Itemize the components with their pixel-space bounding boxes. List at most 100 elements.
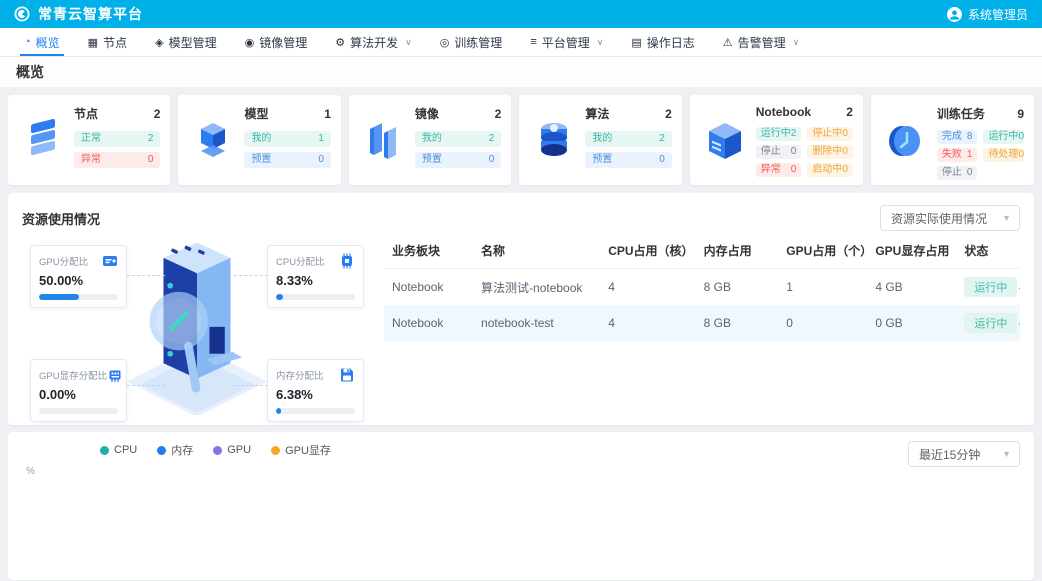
- table-cell: 4 GB: [867, 269, 956, 306]
- platform-logo-icon: [14, 6, 30, 22]
- algorithm-dev-icon: ⚙: [335, 36, 345, 49]
- nav-item-image-management[interactable]: ◉ 镜像管理: [231, 28, 322, 56]
- nav-item-label: 镜像管理: [259, 34, 307, 51]
- stat-card-total: 1: [324, 107, 331, 121]
- time-range-dropdown[interactable]: 最近15分钟 ▼: [908, 441, 1020, 467]
- badge-label: 我的: [592, 133, 612, 145]
- gpu-mem-chip-icon: [107, 367, 123, 383]
- platform-management-icon: ≡: [530, 36, 536, 48]
- stat-cards-row: 节点2正常2异常0模型1我的1预置0镜像2我的2预置0算法2我的2预置0Note…: [0, 88, 1042, 185]
- table-row[interactable]: Notebook算法测试-notebook48 GB14 GB运行中: [384, 269, 1020, 306]
- badge-label: 异常: [761, 164, 781, 176]
- notebook-3d-icon: [698, 105, 752, 177]
- badge-value: 0: [1018, 131, 1024, 143]
- nav-item-algorithm-dev[interactable]: ⚙算法开发∨: [321, 28, 425, 56]
- overview-icon: ◔: [24, 36, 31, 48]
- table-column-header: GPU占用（个）: [778, 233, 867, 269]
- page-title: 概览: [16, 62, 44, 82]
- stat-card-title: 镜像: [415, 105, 439, 122]
- stat-card-模型[interactable]: 模型 1 我的1预置0: [178, 95, 340, 185]
- status-badge: 运行中2: [756, 127, 802, 141]
- table-column-header: 状态: [956, 233, 1020, 269]
- nav-item-platform-management[interactable]: ≡平台管理∨: [516, 28, 617, 56]
- table-cell: 算法测试-notebook: [473, 269, 600, 306]
- resource-diagram: GPU分配比50.00%CPU分配比8.33%GPU显存分配比0.00%内存分配…: [22, 233, 374, 415]
- image-management-icon: ◉: [245, 36, 255, 49]
- main-nav: ◔概览▦节点◈模型管理◉镜像管理⚙算法开发∨◎训练管理≡平台管理∨▤操作日志⚠告…: [0, 28, 1042, 57]
- legend-item-内存[interactable]: 内存: [157, 442, 193, 458]
- stat-card-镜像[interactable]: 镜像2我的2预置0: [349, 95, 511, 185]
- stat-card-训练任务[interactable]: 训练任务9完成8失败1停止0运行中0待处理0: [871, 95, 1034, 185]
- stat-card-notebook[interactable]: Notebook2运行中2停止0异常0停止中0删除中0启动中0: [690, 95, 863, 185]
- badge-value: 0: [1018, 149, 1024, 161]
- gauge-label: 内存分配比: [276, 368, 324, 382]
- operation-log-icon: ▤: [631, 36, 641, 49]
- table-row[interactable]: Notebooknotebook-test48 GB00 GB运行中: [384, 305, 1020, 341]
- stat-card-total: 9: [1017, 107, 1024, 121]
- status-badge: 正常2: [74, 131, 160, 147]
- nav-item-nodes[interactable]: ▦节点: [74, 28, 141, 56]
- y-axis-unit-label: %: [26, 466, 1020, 477]
- gauge-gpu-card: GPU分配比50.00%: [30, 245, 127, 308]
- status-badge: 运行中: [964, 313, 1017, 333]
- stat-card-节点[interactable]: 节点2正常2异常0: [8, 95, 170, 185]
- legend-item-gpu显存[interactable]: GPU显存: [271, 442, 331, 458]
- badge-label: 停止: [942, 167, 962, 179]
- legend-label: GPU显存: [285, 442, 331, 458]
- server-illustration: [122, 233, 272, 415]
- table-column-header: 名称: [473, 233, 600, 269]
- stat-card-title: Notebook: [756, 105, 811, 119]
- gauge-label: GPU显存分配比: [39, 368, 107, 382]
- legend-item-gpu[interactable]: GPU: [213, 442, 251, 458]
- badge-label: 我的: [422, 133, 442, 145]
- badge-label: 运行中: [988, 131, 1018, 143]
- stat-card-算法[interactable]: 算法2我的2预置0: [519, 95, 681, 185]
- badge-value: 0: [489, 154, 495, 166]
- nav-item-operation-log[interactable]: ▤操作日志: [617, 28, 708, 56]
- badge-column: 停止中0删除中0启动中0: [807, 123, 853, 177]
- gauge-value: 50.00%: [39, 273, 118, 288]
- table-column-header: GPU显存占用: [867, 233, 956, 269]
- legend-label: 内存: [171, 442, 193, 458]
- badge-column: 我的2预置0: [415, 126, 501, 168]
- badge-label: 预置: [422, 154, 442, 166]
- resource-usage-section: 资源使用情况 资源实际使用情况 ▼: [8, 193, 1034, 425]
- badge-label: 停止中: [812, 128, 842, 140]
- chevron-down-icon: ▼: [1002, 449, 1011, 459]
- status-badge: 运行中: [964, 277, 1017, 297]
- status-badge: 待处理0: [983, 148, 1024, 162]
- resource-usage-dropdown[interactable]: 资源实际使用情况 ▼: [880, 205, 1020, 231]
- progress-bar: [276, 294, 355, 300]
- gauge-value: 6.38%: [276, 387, 355, 402]
- app-title: 常青云智算平台: [38, 4, 143, 24]
- nav-item-model-management[interactable]: ◈模型管理: [141, 28, 230, 56]
- user-avatar-icon: [947, 7, 962, 22]
- badge-column: 我的1预置0: [244, 126, 330, 168]
- table-cell: notebook-test: [473, 305, 600, 341]
- badge-label: 停止: [761, 146, 781, 158]
- stat-card-total: 2: [495, 107, 502, 121]
- nav-item-label: 算法开发: [350, 34, 398, 51]
- table-cell: 1: [778, 269, 867, 306]
- badge-label: 删除中: [812, 146, 842, 158]
- gauge-value: 0.00%: [39, 387, 118, 402]
- resource-usage-dropdown-value: 资源实际使用情况: [891, 210, 987, 227]
- nav-item-label: 告警管理: [738, 34, 786, 51]
- nav-item-overview[interactable]: ◔概览: [10, 28, 74, 56]
- time-range-dropdown-value: 最近15分钟: [919, 446, 980, 463]
- badge-label: 我的: [251, 133, 271, 145]
- legend-item-cpu[interactable]: CPU: [100, 442, 137, 458]
- nav-item-alarm-management[interactable]: ⚠告警管理∨: [709, 28, 813, 56]
- gauge-gpu-mem-chip: GPU显存分配比 0.00%: [30, 359, 127, 422]
- progress-bar: [39, 294, 118, 300]
- training-management-icon: ◎: [440, 36, 450, 49]
- stat-card-title: 训练任务: [937, 105, 985, 122]
- badge-value: 0: [967, 167, 973, 179]
- images-3d-icon: [357, 105, 411, 177]
- stat-card-title: 模型: [244, 105, 268, 122]
- nav-item-training-management[interactable]: ◎训练管理: [426, 28, 517, 56]
- gpu-card-icon: [102, 253, 118, 269]
- user-menu[interactable]: 系统管理员: [947, 6, 1028, 23]
- badge-value: 0: [659, 154, 665, 166]
- status-badge: 预置 0: [415, 152, 501, 168]
